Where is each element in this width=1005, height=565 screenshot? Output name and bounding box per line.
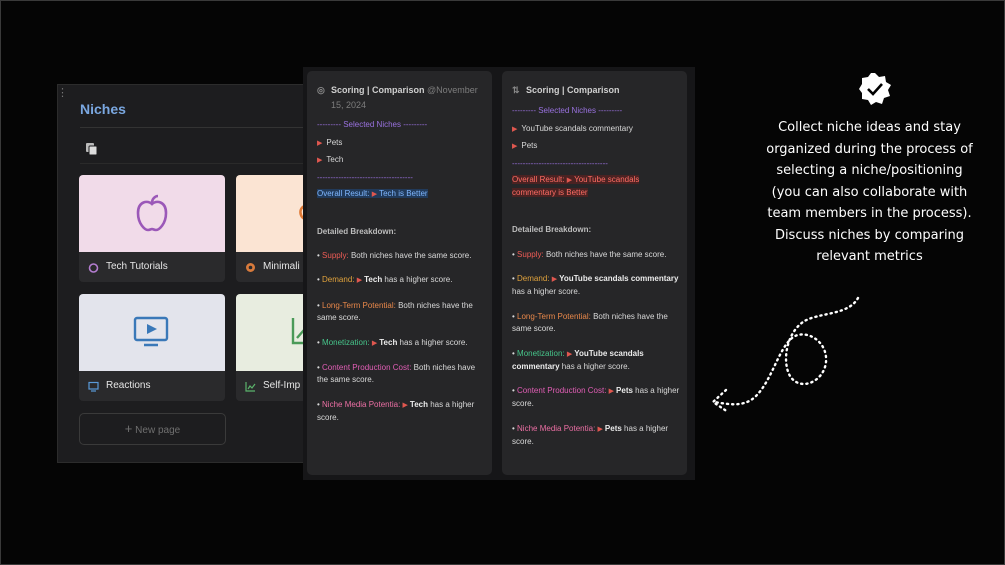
monetization-row: • Monetization: ▶ YouTube scandals commen… — [512, 349, 644, 371]
monetization-row: • Monetization: ▶ Tech has a higher score… — [317, 338, 468, 347]
supply-row: • Supply: Both niches have the same scor… — [317, 251, 472, 260]
selected-header: --------- Selected Niches --------- — [317, 120, 428, 129]
niche-icon: ▶ — [317, 140, 323, 147]
gallery-card-reactions[interactable]: Reactions — [79, 294, 225, 401]
card-thumbnail — [79, 294, 225, 371]
content-cost-row: • Content Production Cost: Both niches h… — [317, 363, 476, 384]
niche-item[interactable]: ▶ Pets — [512, 140, 537, 153]
settings-icon: ◎ — [317, 85, 325, 95]
card-thumbnail — [79, 175, 225, 252]
card-title: ◎ Scoring | Comparison @November 15, 2024 — [317, 85, 478, 110]
apple-icon — [136, 194, 168, 232]
niche-icon: ▶ — [402, 402, 408, 409]
page-title: Niches — [80, 101, 126, 117]
scoring-card-right: ⇅ Scoring | Comparison --------- Selected… — [502, 71, 687, 475]
niche-icon: ▶ — [371, 191, 378, 198]
sort-icon: ⇅ — [512, 85, 520, 95]
niche-icon: ▶ — [566, 351, 573, 358]
demand-row: • Demand: ▶ YouTube scandals commentary h… — [512, 274, 679, 296]
card-label: Minimali — [263, 261, 300, 272]
niche-icon: ▶ — [551, 276, 558, 283]
monitor-play-icon — [133, 316, 169, 347]
demand-row: • Demand: ▶ Tech has a higher score. — [317, 275, 453, 284]
divider — [80, 163, 313, 164]
breakdown-title: Detailed Breakdown: — [512, 225, 592, 234]
niche-item[interactable]: ▶ Pets — [317, 137, 342, 150]
niche-icon: ▶ — [566, 177, 573, 184]
niche-icon: ▶ — [512, 143, 518, 150]
gallery-card-tech-tutorials[interactable]: Tech Tutorials — [79, 175, 225, 282]
new-page-button[interactable]: + New page — [79, 413, 226, 445]
monitor-play-icon — [88, 381, 99, 392]
apple-icon — [88, 263, 99, 273]
chart-icon — [245, 382, 256, 392]
divider — [80, 127, 313, 128]
niche-media-row: • Niche Media Potentia: ▶ Pets has a high… — [512, 424, 669, 446]
card-label: Self-Imp — [263, 380, 301, 391]
niche-media-row: • Niche Media Potentia: ▶ Tech has a high… — [317, 400, 475, 422]
niche-icon: ▶ — [608, 388, 615, 395]
card-title: ⇅ Scoring | Comparison — [512, 83, 620, 98]
niche-icon: ▶ — [356, 277, 363, 284]
niches-panel: ⋮ Niches Tech Tutorials Minimali Reactio… — [57, 84, 314, 463]
niche-icon: ▶ — [317, 157, 323, 164]
separator: ------------------------------------ — [512, 159, 608, 168]
card-label: Reactions — [106, 380, 151, 391]
niche-icon: ▶ — [597, 426, 603, 433]
niche-icon: ▶ — [512, 126, 518, 133]
new-page-label: New page — [135, 425, 181, 436]
verified-check-icon — [859, 73, 891, 105]
drag-handle-icon[interactable]: ⋮ — [58, 87, 68, 98]
scoring-card-left: ◎ Scoring | Comparison @November 15, 2024… — [307, 71, 492, 475]
copy-icon[interactable] — [85, 142, 99, 156]
breakdown-title: Detailed Breakdown: — [317, 227, 397, 236]
card-label: Tech Tutorials — [106, 261, 168, 272]
spiral-icon — [246, 263, 255, 272]
content-cost-row: • Content Production Cost: ▶ Pets has a h… — [512, 386, 680, 408]
long-term-row: • Long-Term Potential: Both niches have … — [317, 301, 473, 322]
supply-row: • Supply: Both niches have the same scor… — [512, 250, 667, 259]
scoring-container: ◎ Scoring | Comparison @November 15, 2024… — [303, 67, 695, 480]
date-mention[interactable]: @November — [427, 85, 478, 95]
plus-icon: + — [124, 421, 133, 436]
long-term-row: • Long-Term Potential: Both niches have … — [512, 312, 668, 333]
dotted-arrow-icon — [711, 296, 860, 414]
niche-icon: ▶ — [371, 340, 378, 347]
description-text: Collect niche ideas and stay organized d… — [766, 120, 973, 264]
niche-item[interactable]: ▶ Tech — [317, 154, 343, 167]
niche-item[interactable]: ▶ YouTube scandals commentary — [512, 123, 633, 136]
selected-header: --------- Selected Niches --------- — [512, 106, 623, 115]
separator: ------------------------------------ — [317, 173, 413, 182]
overall-result: Overall Result: ▶ YouTube scandals commen… — [512, 175, 640, 197]
overall-result: Overall Result: ▶ Tech is Better — [317, 189, 428, 198]
